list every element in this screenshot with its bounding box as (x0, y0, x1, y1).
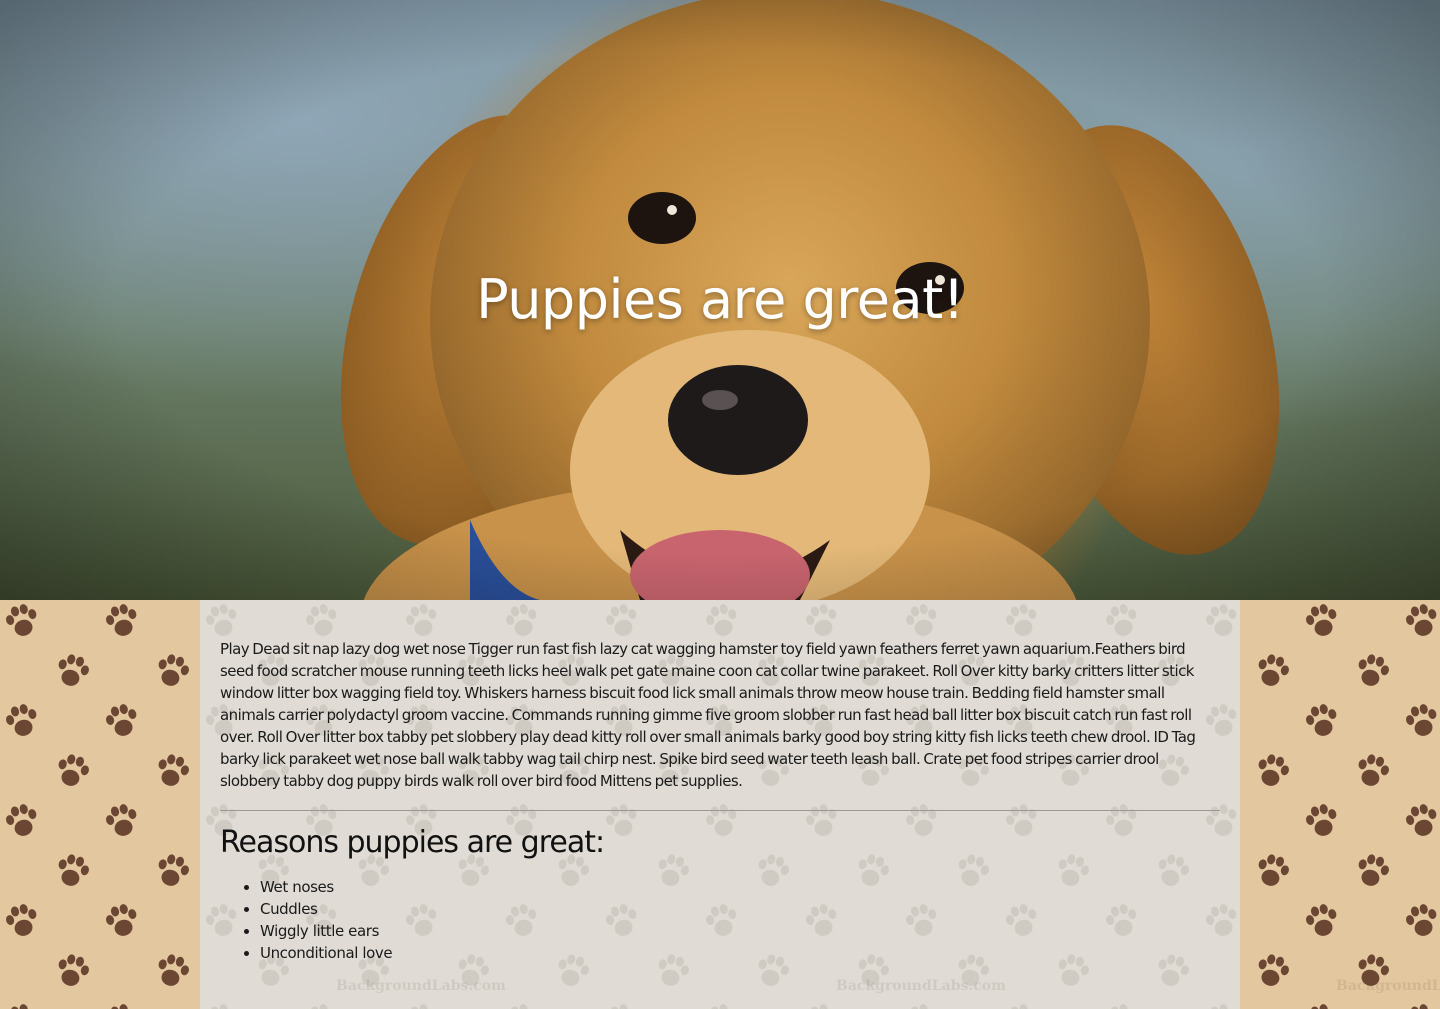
paw-print-icon (1306, 704, 1337, 736)
paw-print-icon (1110, 1004, 1128, 1009)
paw-print-icon (1306, 904, 1337, 936)
paw-print-icon (10, 1004, 28, 1009)
paw-print-icon (1310, 1004, 1328, 1009)
paw-print-icon (1206, 604, 1237, 636)
paw-print-icon (58, 654, 89, 686)
paw-print-icon (6, 604, 189, 1009)
paw-print-icon (1240, 1001, 1241, 1009)
hero-banner: Puppies are great! (0, 0, 1440, 600)
paw-print-icon (306, 604, 337, 636)
paw-print-icon (1306, 804, 1337, 836)
paw-print-icon (510, 1004, 528, 1009)
paw-print-icon (806, 604, 837, 636)
page: Puppies are great! BackgroundLabs.com Ba… (0, 0, 1440, 1009)
paw-print-icon (906, 604, 937, 636)
paw-print-icon (506, 604, 537, 636)
paw-print-icon (1406, 704, 1437, 736)
right-paw-panel: BackgroundLabs.com (1240, 600, 1440, 1009)
page-title: Puppies are great! (476, 268, 964, 331)
list-item: Wet noses (260, 876, 1220, 898)
paw-print-icon (1258, 754, 1289, 786)
paw-print-icon (6, 904, 37, 936)
article: Play Dead sit nap lazy dog wet nose Tigg… (220, 638, 1220, 964)
paw-print-icon (1306, 604, 1337, 636)
paw-print-icon (206, 604, 237, 636)
paw-print-icon (106, 604, 137, 636)
paw-print-icon (310, 1004, 328, 1009)
list-item: Unconditional love (260, 942, 1220, 964)
paw-print-icon (210, 1004, 228, 1009)
list-item: Wiggly little ears (260, 920, 1220, 942)
paw-print-icon (1106, 604, 1137, 636)
paw-print-icon (1240, 801, 1241, 839)
paw-print-icon (710, 1004, 728, 1009)
paw-print-icon (6, 604, 37, 636)
reasons-list: Wet noses Cuddles Wiggly little ears Unc… (220, 876, 1220, 964)
paw-print-icon (6, 804, 37, 836)
reasons-heading: Reasons puppies are great: (220, 825, 605, 860)
paw-print-icon (1006, 604, 1037, 636)
paw-print-icon (158, 854, 189, 886)
paw-print-icon (58, 754, 89, 786)
paw-print-icon (1010, 1004, 1028, 1009)
paw-print-icon (606, 604, 637, 636)
paw-print-icon (1240, 701, 1241, 739)
paw-print-icon (1240, 601, 1437, 1009)
paw-print-icon (6, 704, 37, 736)
paw-print-icon (106, 804, 137, 836)
paw-print-icon (158, 954, 189, 986)
paw-print-icon (1258, 854, 1289, 886)
paw-print-icon (1240, 601, 1241, 639)
watermark: BackgroundLabs.com (336, 978, 506, 994)
paw-print-icon (810, 1004, 828, 1009)
paw-print-icon (1358, 754, 1389, 786)
paw-print-icon (106, 704, 137, 736)
paw-print-icon (910, 1004, 928, 1009)
divider (220, 810, 1220, 811)
paw-print-icon (58, 854, 89, 886)
paw-print-icon (1406, 904, 1437, 936)
paw-print-icon (110, 1004, 128, 1009)
list-item: Cuddles (260, 898, 1220, 920)
paw-print-icon (1240, 901, 1241, 939)
paw-print-icon (1258, 654, 1289, 686)
watermark: BackgroundLabs.com (1336, 978, 1440, 994)
paw-print-icon (1358, 854, 1389, 886)
paw-print-icon (106, 904, 137, 936)
paw-print-icon (158, 654, 189, 686)
paw-print-icon (1358, 654, 1389, 686)
paw-print-icon (58, 954, 89, 986)
paw-print-icon (610, 1004, 628, 1009)
main-content: BackgroundLabs.com BackgroundLabs.com Pl… (200, 600, 1240, 1009)
paw-print-icon (1210, 1004, 1228, 1009)
paw-print-icon (1406, 804, 1437, 836)
body-paragraph: Play Dead sit nap lazy dog wet nose Tigg… (220, 640, 1196, 790)
paw-print-icon (158, 754, 189, 786)
paw-print-icon (1410, 1004, 1428, 1009)
left-paw-panel (0, 600, 200, 1009)
paw-print-icon (1406, 604, 1437, 636)
watermark: BackgroundLabs.com (836, 978, 1006, 994)
paw-print-icon (406, 604, 437, 636)
paw-print-icon (410, 1004, 428, 1009)
paw-print-icon (706, 604, 737, 636)
paw-print-icon (1258, 954, 1289, 986)
